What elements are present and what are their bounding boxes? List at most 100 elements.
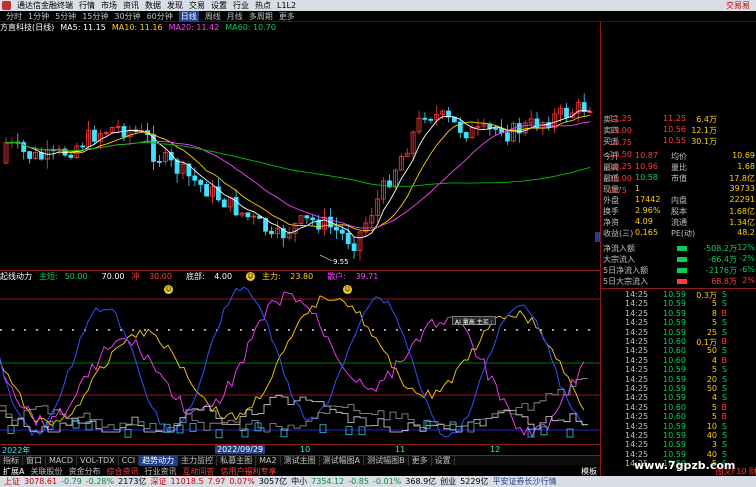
time-label-cursor: 2022/09/29 [215,445,266,454]
flow-bar [677,257,687,262]
indicator-chart[interactable]: 100.0090.0080.0070.0060.0050.0040.0030.0… [0,282,600,442]
tick-volume: 50 [706,384,717,393]
candle-body [204,184,210,197]
sh-label[interactable]: 上证 [4,476,20,487]
tab-simu[interactable]: 私募主图 [217,455,257,466]
tab-test-main[interactable]: 测试主图 [281,455,320,466]
signal-block [345,426,353,435]
tick-time: 14:25 [625,346,649,356]
title-bar: 通达信金融终端 行情 市场 资讯 数据 发现 交易 设置 行业 热点 L1L2 … [0,0,756,11]
signal-block [540,426,548,436]
menu-shichang[interactable]: 市场 [101,0,117,11]
indicator-bottom: 底部: 4.00 [185,272,233,281]
menu-shezhi[interactable]: 设置 [211,0,227,11]
sz-label[interactable]: 深证 [150,476,166,487]
cy-label[interactable]: 创业 [440,476,456,487]
trade-button[interactable]: 交易易 [726,0,750,11]
watermark: www.7gpzb.com [634,459,736,472]
period-15min[interactable]: 15分钟 [82,11,108,22]
tab-settings[interactable]: 设置 [432,455,455,466]
period-30min[interactable]: 30分钟 [114,11,140,22]
period-weekly[interactable]: 周线 [205,11,221,22]
candle-body [493,127,499,130]
tab-vol[interactable]: VOL-TDX [77,456,119,465]
period-1min[interactable]: 1分钟 [28,11,49,22]
price-axis-label: 10.50 [609,150,632,159]
period-multi[interactable]: 多周期 [249,11,273,22]
menu-faxian[interactable]: 发现 [167,0,183,11]
tab-macd[interactable]: MACD [46,456,77,465]
flow-row: 大宗流入 -66.4万 -2% [601,254,756,265]
price-axis-label: 11.00 [609,126,632,135]
period-more[interactable]: 更多 [279,11,295,22]
menu-l1l2[interactable]: L1L2 [277,1,296,10]
link-welfare[interactable]: 信用户福利专享 [217,466,279,477]
price-axis-row: 11.25 [601,114,756,125]
flow-bar [677,246,687,251]
indicator-sanhu: 散户: 39.71 [327,272,379,281]
price-axis-label: 9.75 [609,186,627,195]
menu-jiaoyi[interactable]: 交易 [189,0,205,11]
ma20-label: MA20: 11.42 [168,23,220,32]
low-price-marker: 9.55 [333,258,349,266]
tick-volume: 25 [706,327,717,337]
flow-label: 净流入额 [603,244,635,253]
tick-side: S [721,299,727,309]
candlestick-chart[interactable]: 9.55 [0,33,600,270]
period-daily[interactable]: 日线 [178,10,199,22]
menu-zixun[interactable]: 资讯 [123,0,139,11]
link-expand[interactable]: 扩展A [0,466,27,477]
step-line-b [0,378,588,433]
indicator-zhuli: 主力: 23.80 [262,272,314,281]
tab-indicator[interactable]: 指标 [0,455,23,466]
tab-trend[interactable]: 趋势动力 [139,455,179,466]
tab-more[interactable]: 更多 [409,455,432,466]
candle-body [192,175,198,181]
tick-price: 10.60 [663,412,686,422]
menu-hangye[interactable]: 行业 [233,0,249,11]
tick-price: 10.60 [663,337,686,346]
menu-hangqing[interactable]: 行情 [79,0,95,11]
tick-volume: 5 [711,318,717,328]
period-fenshi[interactable]: 分时 [6,11,22,22]
tick-time: 14:25 [625,365,649,375]
flow-label: 5日大宗流入 [603,277,649,286]
link-related[interactable]: 关联股份 [27,466,65,477]
tab-window[interactable]: 窗口 [23,455,46,466]
indicator-tooltip: AI 量高 主买 : [452,316,496,326]
link-fund[interactable]: 资金分布 [65,466,103,477]
tab-test-a[interactable]: 测试幅图A [320,455,365,466]
menu-shuju[interactable]: 数据 [145,0,161,11]
link-industry-news[interactable]: 行业资讯 [141,466,179,477]
ma10-label: MA10: 11.16 [111,23,163,32]
stat-value-2: 48.2 [737,228,755,237]
indicator-name: 起线动力 [0,272,32,281]
link-qa[interactable]: 互动问答 [179,466,217,477]
tick-time: 14:25 [625,393,649,403]
template-button[interactable]: 模板 [578,466,600,477]
tick-volume: 10 [706,421,717,431]
period-60min[interactable]: 60分钟 [147,11,173,22]
tab-ma2[interactable]: MA2 [256,456,281,465]
sh-value: 3078.61 [24,477,58,486]
tab-cci[interactable]: CCI [119,456,140,465]
tab-zhuli[interactable]: 主力监控 [178,455,218,466]
tab-test-b[interactable]: 测试幅图B [364,455,409,466]
smiley-marker-icon: ☺ [164,285,173,294]
smiley-marker-icon-2: ☺ [343,285,352,294]
period-monthly[interactable]: 月线 [227,11,243,22]
menu-redian[interactable]: 热点 [255,0,271,11]
tick-side: S [721,318,727,328]
signal-block [449,421,457,431]
tick-time: 14:25 [625,384,649,393]
zx-label[interactable]: 中小 [291,476,307,487]
tick-price: 10.59 [663,431,686,440]
stat-row: 净资 4.09 流通 1.34亿 [601,217,756,228]
link-news[interactable]: 综合资讯 [103,466,141,477]
candle-body [198,179,204,185]
period-5min[interactable]: 5分钟 [55,11,76,22]
tick-price: 10.60 [663,346,686,356]
stat-label-2: PE(动) [671,229,696,238]
sh-pct: -0.28% [85,477,115,486]
stock-name: 方直科技(日线) [0,23,55,32]
